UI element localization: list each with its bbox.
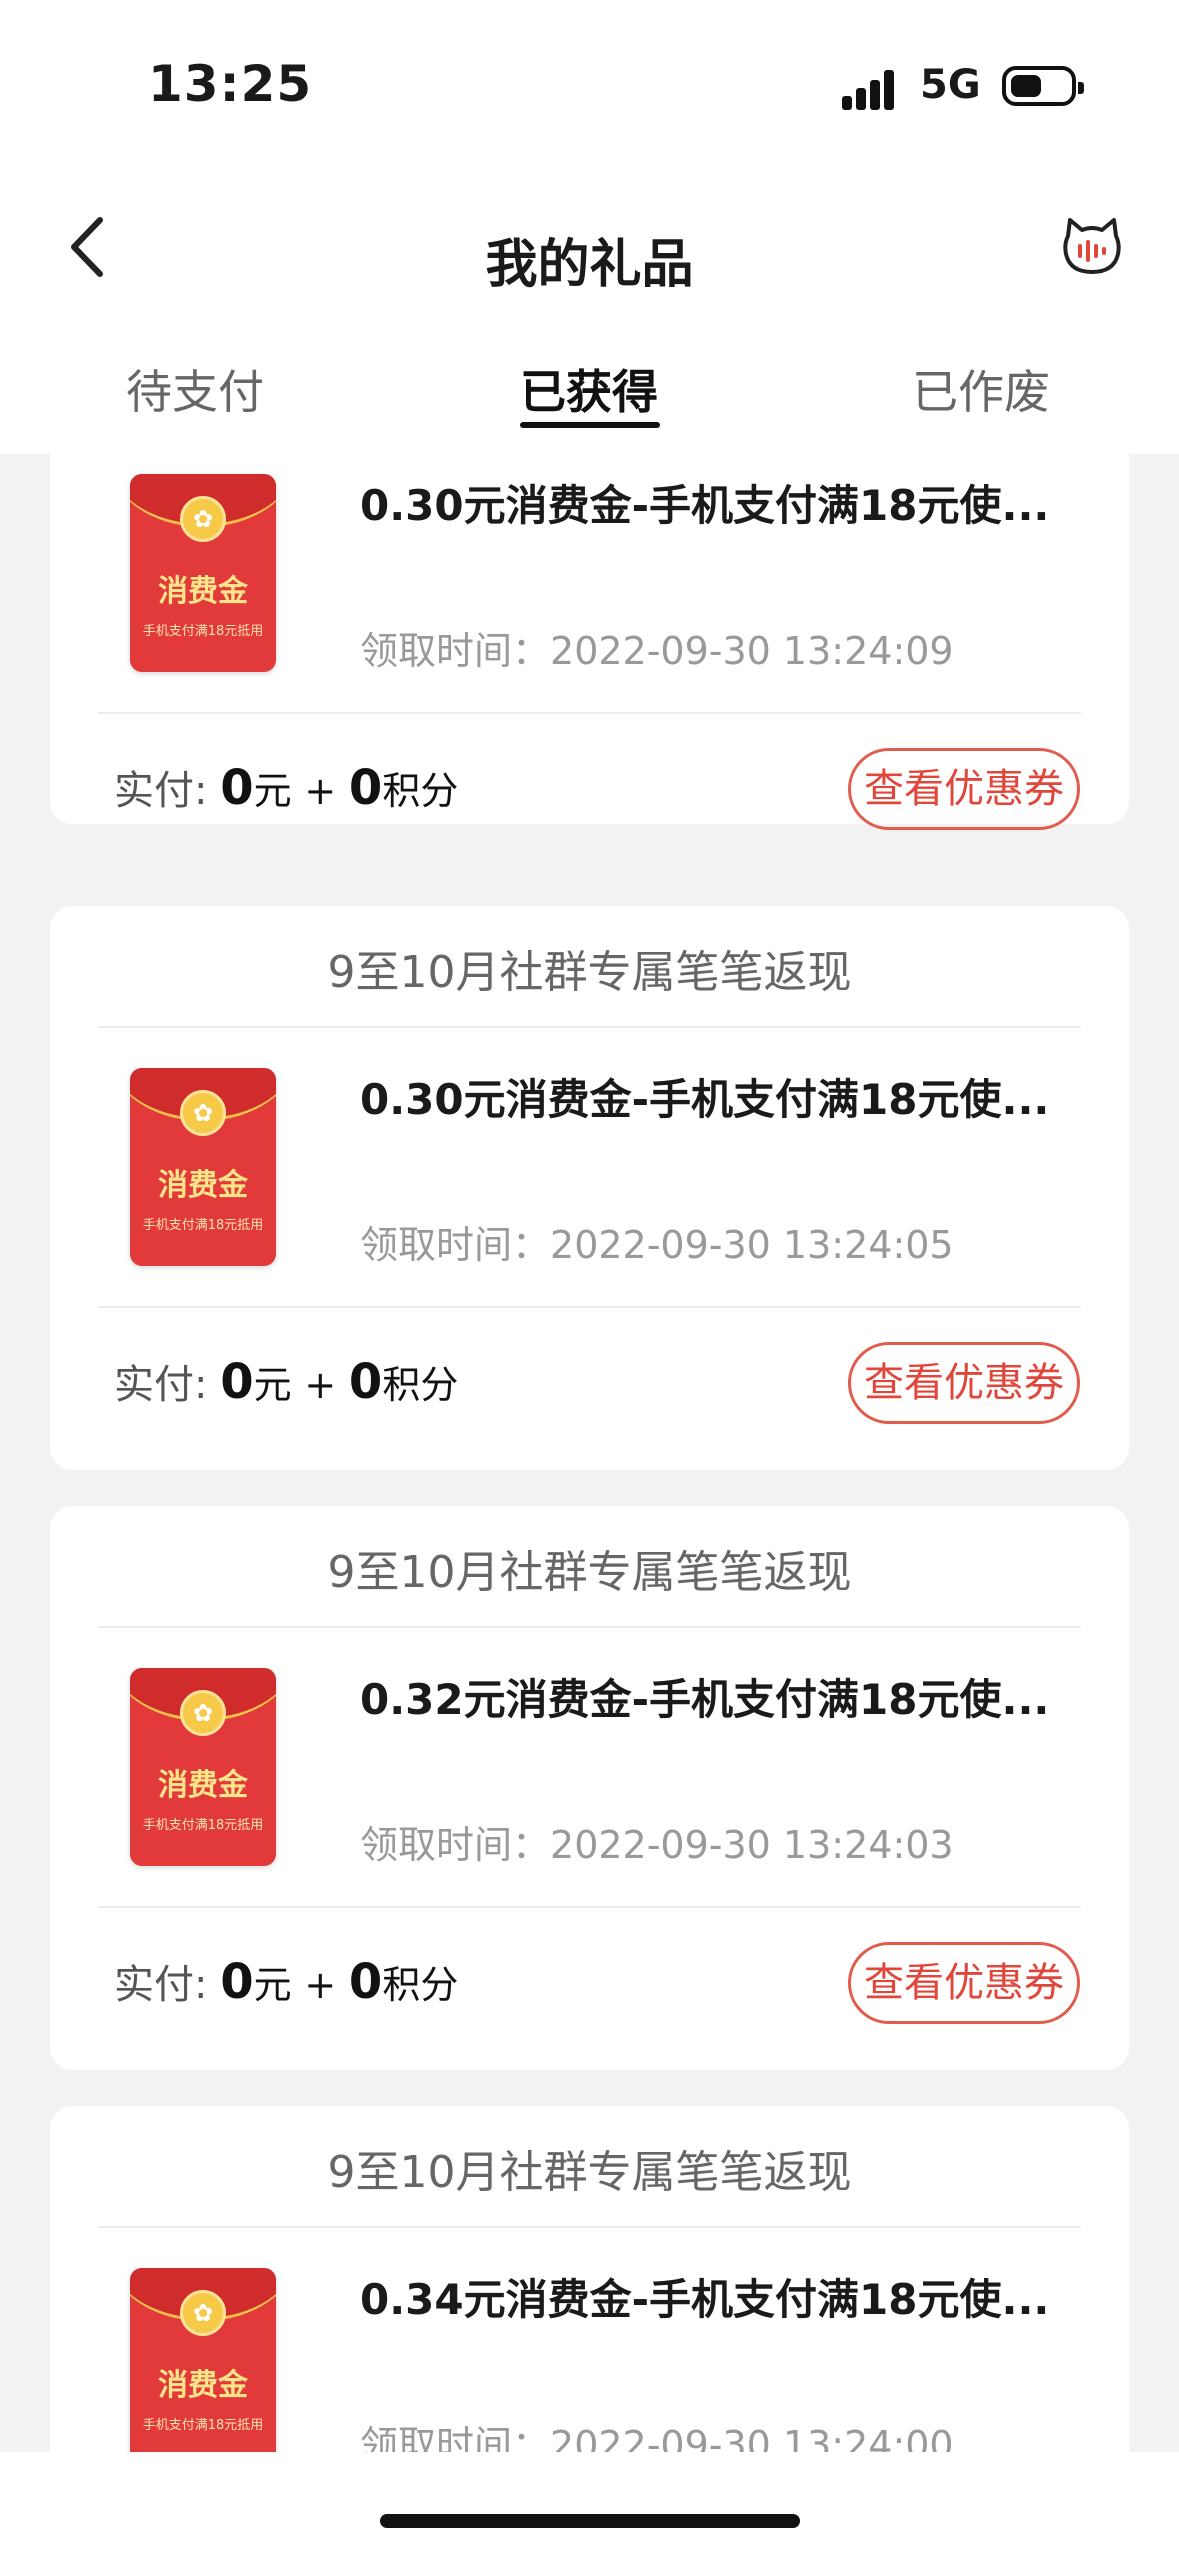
battery-icon	[1002, 66, 1084, 106]
red-packet-image: ✿ 消费金 手机支付满18元抵用	[130, 2268, 276, 2452]
network-type: 5G	[920, 62, 981, 108]
mascot-icon[interactable]	[1060, 214, 1124, 278]
red-packet-image: ✿ 消费金 手机支付满18元抵用	[130, 1668, 276, 1866]
tab-bar: 待支付 已获得 已作废	[0, 312, 1179, 454]
signal-icon	[842, 66, 902, 110]
divider	[98, 1026, 1081, 1028]
gift-card: 9至10月社群专属笔笔返现 ✿ 消费金 手机支付满18元抵用 0.34元消费金-…	[50, 2106, 1129, 2452]
divider	[98, 712, 1081, 714]
tab-voided[interactable]: 已作废	[912, 356, 1050, 422]
red-packet-image: ✿ 消费金 手机支付满18元抵用	[130, 474, 276, 672]
page-title: 我的礼品	[485, 235, 694, 295]
claim-time: 领取时间：2022-09-30 13:24:09	[360, 629, 954, 673]
item-name: 0.30元消费金-手机支付满18元使...	[360, 481, 1050, 530]
red-packet-image: ✿ 消费金 手机支付满18元抵用	[130, 1068, 276, 1266]
active-tab-indicator	[520, 422, 660, 428]
divider	[98, 1626, 1081, 1628]
divider	[98, 2226, 1081, 2228]
paid-amount: 实付: 0元 + 0积分	[114, 1954, 459, 2010]
tab-pending-payment[interactable]: 待支付	[126, 356, 264, 422]
home-indicator[interactable]	[380, 2514, 800, 2528]
view-coupon-button[interactable]: 查看优惠券	[848, 1342, 1080, 1424]
gift-card: 9至10月社群专属笔笔返现 ✿ 消费金 手机支付满18元抵用 0.32元消费金-…	[50, 1506, 1129, 2070]
gift-card: 9至10月社群专属笔笔返现 ✿ 消费金 手机支付满18元抵用 0.30元消费金-…	[50, 906, 1129, 1470]
view-coupon-button[interactable]: 查看优惠券	[848, 748, 1080, 830]
paid-amount: 实付: 0元 + 0积分	[114, 760, 459, 816]
coin-icon: ✿	[180, 2290, 226, 2336]
status-time: 13:25	[148, 55, 313, 113]
tab-obtained[interactable]: 已获得	[520, 356, 658, 422]
item-name: 0.30元消费金-手机支付满18元使...	[360, 1075, 1050, 1124]
coin-icon: ✿	[180, 1690, 226, 1736]
status-bar: 13:25 5G	[0, 0, 1179, 180]
nav-bar: 我的礼品	[0, 180, 1179, 314]
item-name: 0.34元消费金-手机支付满18元使...	[360, 2275, 1050, 2324]
item-name: 0.32元消费金-手机支付满18元使...	[360, 1675, 1050, 1724]
divider	[98, 1306, 1081, 1308]
claim-time: 领取时间：2022-09-30 13:24:03	[360, 1823, 954, 1867]
campaign-title: 9至10月社群专属笔笔返现	[327, 1547, 852, 1598]
campaign-title: 9至10月社群专属笔笔返现	[327, 2147, 852, 2198]
coin-icon: ✿	[180, 496, 226, 542]
divider	[98, 1906, 1081, 1908]
campaign-title: 9至10月社群专属笔笔返现	[327, 947, 852, 998]
gift-card: ✿ 消费金 手机支付满18元抵用 0.30元消费金-手机支付满18元使... 领…	[50, 454, 1129, 830]
claim-time: 领取时间：2022-09-30 13:24:00	[360, 2423, 954, 2452]
view-coupon-button[interactable]: 查看优惠券	[848, 1942, 1080, 2024]
home-bar	[0, 2452, 1179, 2556]
claim-time: 领取时间：2022-09-30 13:24:05	[360, 1223, 954, 1267]
gift-list[interactable]: ✿ 消费金 手机支付满18元抵用 0.30元消费金-手机支付满18元使... 领…	[0, 454, 1179, 2452]
coin-icon: ✿	[180, 1090, 226, 1136]
paid-amount: 实付: 0元 + 0积分	[114, 1354, 459, 1410]
